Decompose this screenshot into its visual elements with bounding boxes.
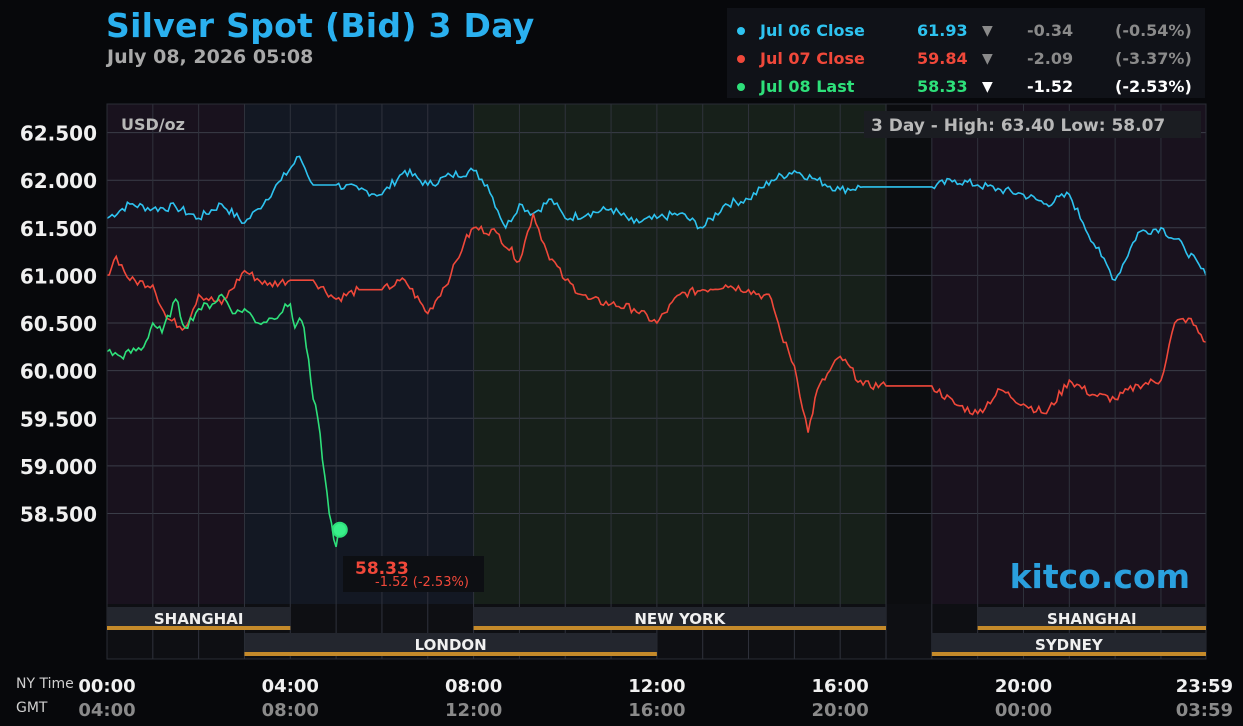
session-band — [886, 104, 932, 604]
unit-label: USD/oz — [121, 115, 185, 134]
x-axis-ticks: 00:00 04:00 04:00 08:00 08:00 12:00 12:00 16:00… — [78, 676, 1233, 721]
session-label: NEW YORK — [634, 610, 726, 628]
session-label: SYDNEY — [1035, 636, 1104, 654]
x-tick-ny: 04:00 — [262, 676, 319, 697]
y-tick-label: 60.500 — [20, 312, 97, 336]
x-tick-gmt: 00:00 — [995, 700, 1052, 721]
x-tick-gmt: 20:00 — [812, 700, 869, 721]
session-band — [473, 104, 887, 604]
x-tick-ny: 16:00 — [812, 676, 869, 697]
last-price-change: -1.52 (-2.53%) — [375, 575, 469, 590]
session-label: SHANGHAI — [1047, 610, 1137, 628]
y-tick-label: 61.500 — [20, 217, 97, 241]
x-tick-gmt: 08:00 — [262, 700, 319, 721]
x-tick-gmt: 16:00 — [628, 700, 685, 721]
y-tick-label: 62.000 — [20, 169, 97, 193]
x-tick-gmt: 12:00 — [445, 700, 502, 721]
silver-3day-chart: 62.500 62.000 61.500 61.000 60.500 60.000 59.5… — [16, 103, 1233, 721]
x-tick-gmt: 04:00 — [78, 700, 135, 721]
y-axis-ticks: 62.500 62.000 61.500 61.000 60.500 60.000 59.5… — [20, 122, 97, 527]
ny-time-label: NY Time — [16, 676, 74, 692]
y-tick-label: 59.500 — [20, 407, 97, 431]
x-tick-gmt: 03:59 — [1176, 700, 1233, 721]
last-price-marker — [331, 521, 348, 538]
y-tick-label: 60.000 — [20, 360, 97, 384]
y-tick-label: 62.500 — [20, 122, 97, 146]
x-tick-ny: 20:00 — [995, 676, 1052, 697]
x-tick-ny: 08:00 — [445, 676, 502, 697]
x-tick-ny: 00:00 — [78, 676, 135, 697]
session-label: LONDON — [415, 636, 487, 654]
session-label: SHANGHAI — [154, 610, 244, 628]
y-tick-label: 59.000 — [20, 455, 97, 479]
watermark: kitco.com — [1010, 557, 1190, 596]
x-tick-ny: 12:00 — [628, 676, 685, 697]
x-tick-ny: 23:59 — [1176, 676, 1233, 697]
y-tick-label: 58.500 — [20, 503, 97, 527]
gmt-label: GMT — [16, 700, 48, 716]
high-low-stats: 3 Day - High: 63.40 Low: 58.07 — [871, 116, 1165, 136]
session-band — [107, 104, 245, 604]
y-tick-label: 61.000 — [20, 264, 97, 288]
